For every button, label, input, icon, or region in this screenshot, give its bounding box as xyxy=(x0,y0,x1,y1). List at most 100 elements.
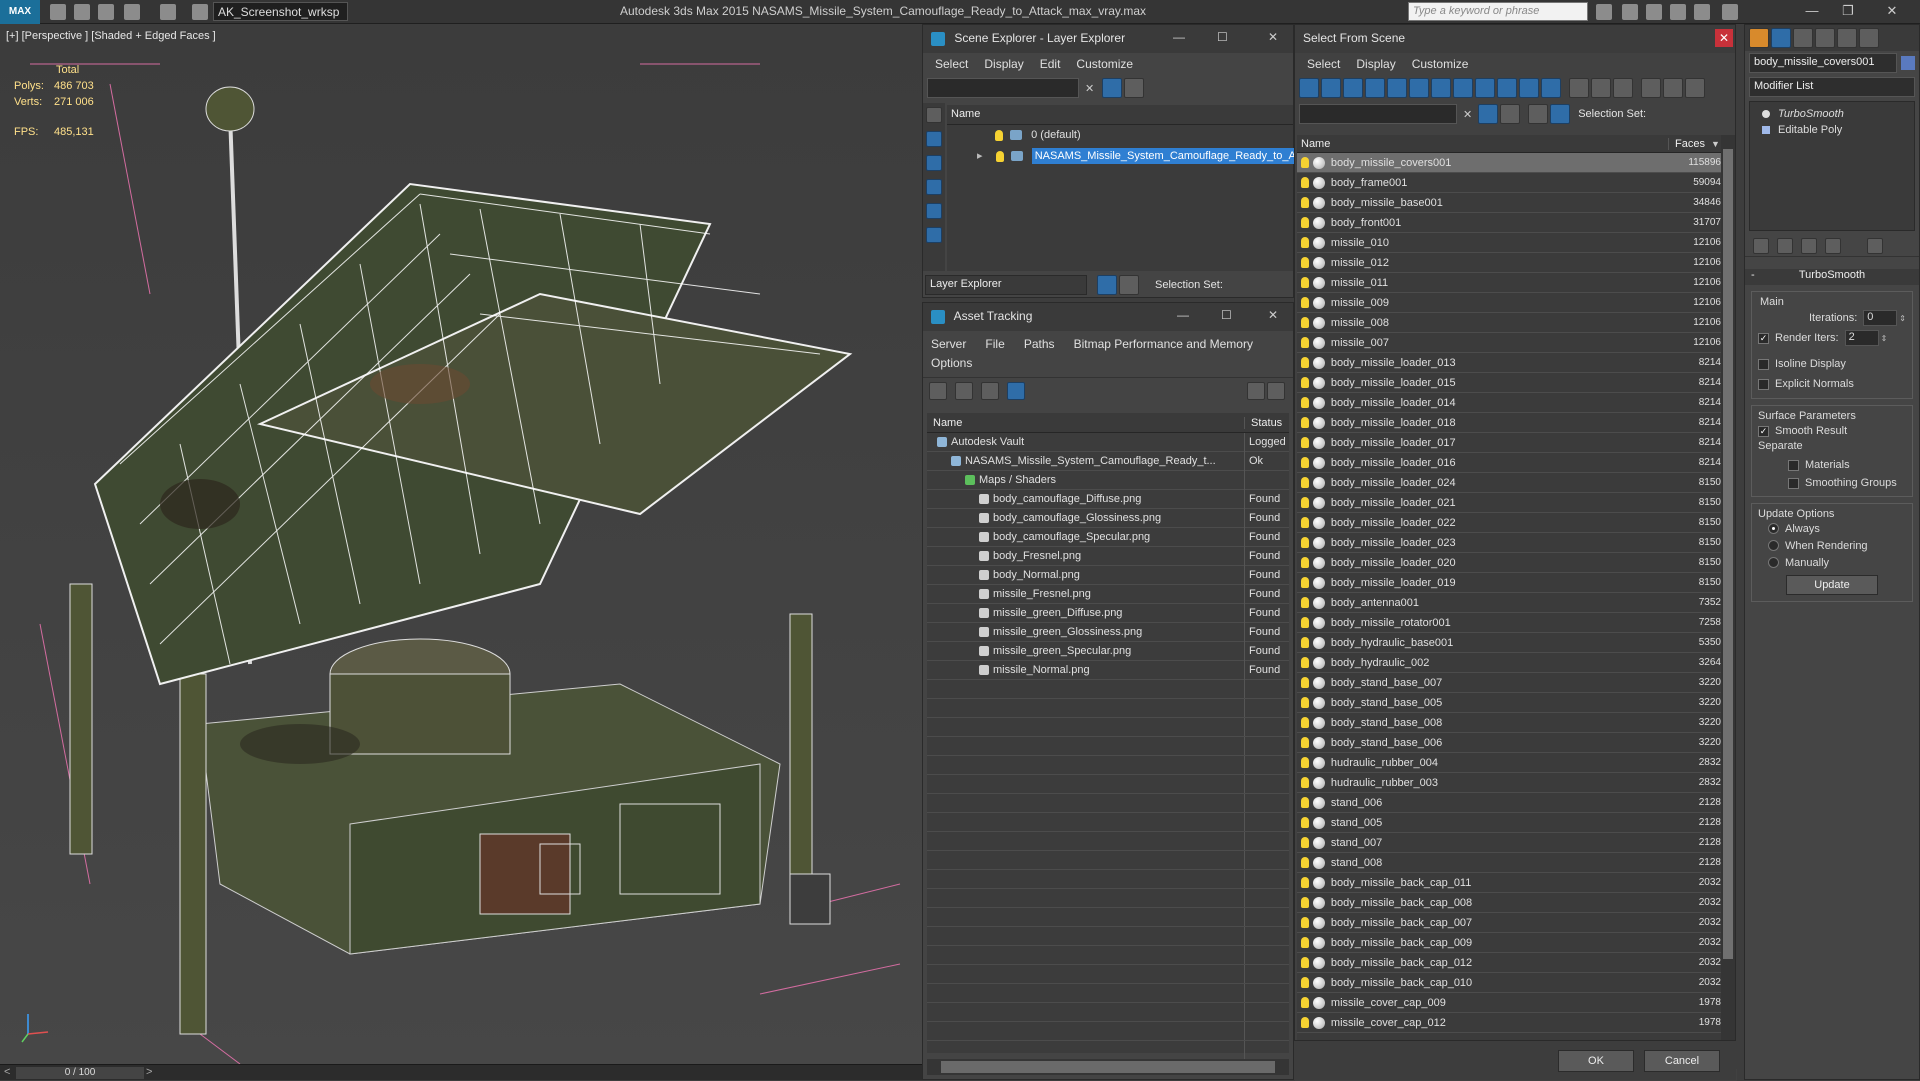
restore-button[interactable]: ❐ xyxy=(1836,3,1860,21)
help-icon[interactable] xyxy=(1722,4,1738,20)
ok-button[interactable]: OK xyxy=(1558,1050,1634,1072)
visibility-bulb-icon[interactable] xyxy=(1301,497,1309,508)
visibility-bulb-icon[interactable] xyxy=(1301,637,1309,648)
minimize-button[interactable]: — xyxy=(1800,3,1824,21)
utilities-tab-icon[interactable] xyxy=(1859,28,1879,48)
display-shapes-icon[interactable] xyxy=(1321,78,1341,98)
object-row[interactable]: body_missile_base001 34846 xyxy=(1297,193,1721,213)
object-row[interactable]: missile_010 12106 xyxy=(1297,233,1721,253)
modify-tab-icon[interactable] xyxy=(1771,28,1791,48)
layer-row-selected[interactable]: ▸ NASAMS_Missile_System_Camouflage_Ready… xyxy=(947,146,1323,167)
star-icon[interactable] xyxy=(1670,4,1686,20)
visibility-bulb-icon[interactable] xyxy=(1301,437,1309,448)
display-geometry-icon[interactable] xyxy=(1299,78,1319,98)
find-input[interactable] xyxy=(1299,104,1457,124)
display-lights-icon[interactable] xyxy=(926,155,942,171)
invert-display-icon[interactable] xyxy=(1613,78,1633,98)
smooth-result-checkbox[interactable]: ✓ xyxy=(1758,425,1769,437)
asset-row[interactable]: Autodesk Vault Logged xyxy=(927,432,1289,452)
show-end-result-icon[interactable] xyxy=(1777,237,1793,254)
display-groups-icon[interactable] xyxy=(1431,78,1451,98)
manually-radio[interactable] xyxy=(1768,557,1779,568)
object-color-swatch[interactable] xyxy=(1901,56,1915,70)
object-col-name[interactable]: Name xyxy=(1297,137,1669,150)
visibility-bulb-icon[interactable] xyxy=(1301,957,1309,968)
materials-checkbox[interactable] xyxy=(1788,459,1799,471)
refresh-icon[interactable] xyxy=(929,381,947,400)
configure-modifier-sets-icon[interactable] xyxy=(1867,237,1883,254)
asset-row[interactable]: missile_green_Diffuse.png Found xyxy=(927,603,1289,623)
object-row[interactable]: body_missile_loader_022 8150 xyxy=(1297,513,1721,533)
visibility-bulb-icon[interactable] xyxy=(1301,217,1309,228)
visibility-bulb-icon[interactable] xyxy=(1301,277,1309,288)
visibility-bulb-icon[interactable] xyxy=(1301,977,1309,988)
visibility-bulb-icon[interactable] xyxy=(1301,457,1309,468)
visibility-bulb-icon[interactable] xyxy=(1301,177,1309,188)
object-row[interactable]: body_missile_loader_023 8150 xyxy=(1297,533,1721,553)
object-row[interactable]: body_stand_base_006 3220 xyxy=(1297,733,1721,753)
table-view-icon[interactable] xyxy=(1007,381,1025,400)
create-tab-icon[interactable] xyxy=(1749,28,1769,48)
isoline-checkbox[interactable] xyxy=(1758,358,1769,370)
visibility-bulb-icon[interactable] xyxy=(1301,757,1309,768)
asset-row[interactable]: body_camouflage_Glossiness.png Found xyxy=(927,508,1289,528)
asset-row[interactable]: body_Fresnel.png Found xyxy=(927,546,1289,566)
selection-set-icon[interactable] xyxy=(1550,104,1571,124)
display-hidden-icon[interactable] xyxy=(1541,78,1561,98)
visibility-bulb-icon[interactable] xyxy=(1301,857,1309,868)
menu-select[interactable]: Select xyxy=(935,57,968,71)
object-row[interactable]: body_missile_covers001 115896 xyxy=(1297,153,1721,173)
undo-icon[interactable] xyxy=(124,4,140,20)
asset-row[interactable]: body_camouflage_Specular.png Found xyxy=(927,527,1289,547)
display-cameras-icon[interactable] xyxy=(926,179,942,195)
maximize-icon[interactable]: ☐ xyxy=(1217,30,1228,44)
object-row[interactable]: body_missile_back_cap_007 2032 xyxy=(1297,913,1721,933)
asset-row[interactable]: missile_Normal.png Found xyxy=(927,660,1289,680)
minimize-icon[interactable]: — xyxy=(1173,30,1185,44)
render-iters-spinner[interactable]: 2 xyxy=(1844,330,1879,346)
object-row[interactable]: missile_011 12106 xyxy=(1297,273,1721,293)
redo-icon[interactable] xyxy=(160,4,176,20)
asset-tracking-titlebar[interactable]: Asset Tracking — ☐ ✕ xyxy=(923,303,1293,331)
layer-col-name[interactable]: Name xyxy=(947,105,1293,125)
asset-row[interactable]: missile_Fresnel.png Found xyxy=(927,584,1289,604)
visibility-bulb-icon[interactable] xyxy=(1301,897,1309,908)
object-row[interactable]: body_stand_base_007 3220 xyxy=(1297,673,1721,693)
display-warps-icon[interactable] xyxy=(1409,78,1429,98)
display-geometry-icon[interactable] xyxy=(926,131,942,147)
menu-paths[interactable]: Paths xyxy=(1024,337,1055,351)
object-row[interactable]: missile_cover_cap_012 1978 xyxy=(1297,1013,1721,1033)
menu-file[interactable]: File xyxy=(985,337,1004,351)
display-tab-icon[interactable] xyxy=(1837,28,1857,48)
object-row[interactable]: body_missile_rotator001 7258 xyxy=(1297,613,1721,633)
asset-col-status[interactable]: Status xyxy=(1245,417,1282,429)
object-row[interactable]: body_missile_back_cap_011 2032 xyxy=(1297,873,1721,893)
visibility-bulb-icon[interactable] xyxy=(1301,577,1309,588)
object-row[interactable]: body_missile_loader_024 8150 xyxy=(1297,473,1721,493)
object-row[interactable]: missile_012 12106 xyxy=(1297,253,1721,273)
visibility-bulb-icon[interactable] xyxy=(1301,797,1309,808)
time-slider-bar[interactable]: 0 / 100 < > xyxy=(0,1064,922,1080)
visibility-bulb-icon[interactable] xyxy=(1301,677,1309,688)
menu-display[interactable]: Display xyxy=(984,57,1023,71)
perspective-viewport[interactable]: [+] [Perspective ] [Shaded + Edged Faces… xyxy=(0,24,922,1064)
menu-bitmap-performance[interactable]: Bitmap Performance and Memory xyxy=(1074,337,1253,351)
object-row[interactable]: body_missile_back_cap_009 2032 xyxy=(1297,933,1721,953)
object-row[interactable]: missile_cover_cap_009 1978 xyxy=(1297,993,1721,1013)
visibility-bulb-icon[interactable] xyxy=(1301,777,1309,788)
open-file-icon[interactable] xyxy=(74,4,90,20)
select-from-scene-titlebar[interactable]: Select From Scene ✕ xyxy=(1295,25,1735,53)
thumbnail-icon[interactable] xyxy=(981,381,999,400)
visibility-bulb-icon[interactable] xyxy=(1301,697,1309,708)
remove-modifier-icon[interactable] xyxy=(1825,237,1841,254)
object-row[interactable]: body_missile_loader_014 8214 xyxy=(1297,393,1721,413)
visibility-bulb-icon[interactable] xyxy=(1301,917,1309,928)
menu-customize[interactable]: Customize xyxy=(1412,57,1469,71)
visibility-bulb-icon[interactable] xyxy=(1301,837,1309,848)
object-row[interactable]: body_missile_loader_017 8214 xyxy=(1297,433,1721,453)
spinner-arrows-icon[interactable]: ⇕ xyxy=(1881,334,1888,343)
minimize-icon[interactable]: — xyxy=(1177,308,1189,322)
hierarchy-tab-icon[interactable] xyxy=(1793,28,1813,48)
visibility-bulb-icon[interactable] xyxy=(1301,997,1309,1008)
explorer-type-dropdown[interactable]: Layer Explorer xyxy=(925,275,1087,295)
